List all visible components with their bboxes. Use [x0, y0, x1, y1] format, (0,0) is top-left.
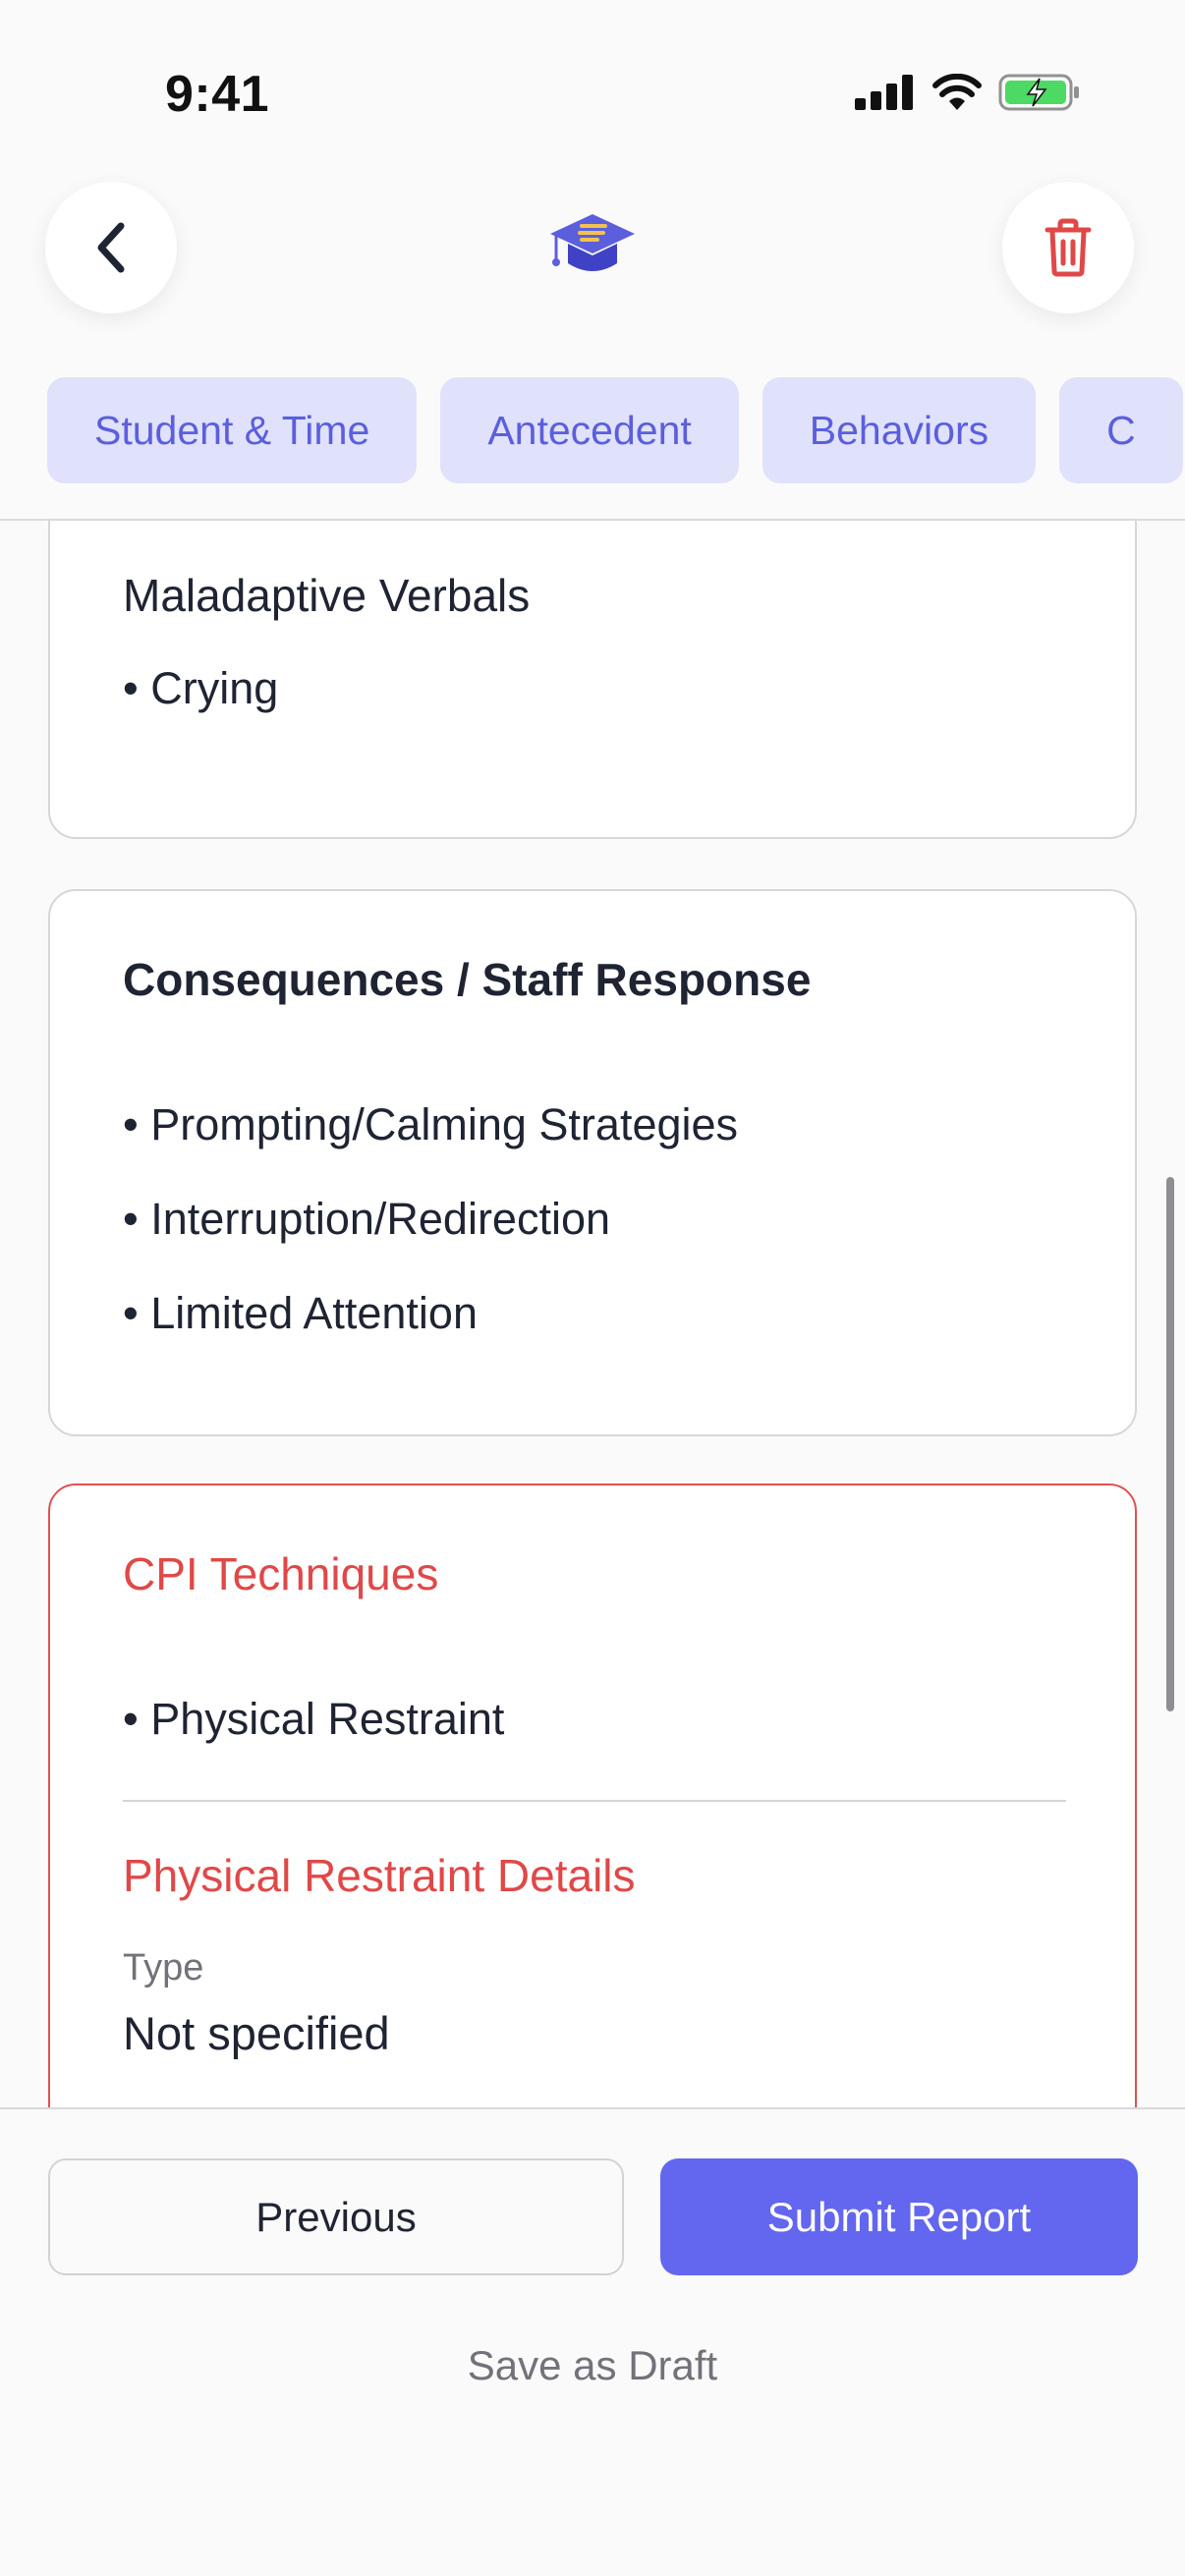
section-divider: [123, 1800, 1066, 1802]
tab-antecedent[interactable]: Antecedent: [440, 377, 739, 483]
consequences-card: Consequences / Staff Response • Promptin…: [48, 889, 1137, 1436]
list-item: • Physical Restraint: [123, 1694, 505, 1744]
consequences-title: Consequences / Staff Response: [123, 954, 812, 1005]
maladaptive-verbals-title: Maladaptive Verbals: [123, 570, 531, 621]
list-item: • Limited Attention: [123, 1288, 478, 1338]
delete-button[interactable]: [1002, 182, 1134, 313]
list-item: • Interruption/Redirection: [123, 1194, 611, 1244]
previous-button[interactable]: Previous: [48, 2158, 624, 2275]
restraint-details-title: Physical Restraint Details: [123, 1850, 636, 1901]
footer-divider: [0, 2107, 1185, 2109]
graduation-cap-icon: [550, 214, 635, 271]
type-value: Not specified: [123, 2007, 390, 2059]
status-time: 9:41: [165, 66, 270, 123]
report-review-screen: 9:41 Student & Time Antecedent Behaviors…: [0, 0, 1185, 2576]
submit-report-button[interactable]: Submit Report: [660, 2158, 1138, 2275]
step-tabs: Student & Time Antecedent Behaviors C: [47, 377, 1183, 483]
tab-behaviors[interactable]: Behaviors: [762, 377, 1037, 483]
trash-icon: [1044, 218, 1092, 277]
app-logo: [546, 208, 639, 292]
maladaptive-verbals-card: Maladaptive Verbals • Crying: [48, 521, 1137, 839]
chevron-left-icon: [97, 222, 125, 273]
back-button[interactable]: [45, 182, 177, 313]
type-label: Type: [123, 1947, 204, 1988]
review-content[interactable]: Maladaptive Verbals • Crying Consequence…: [0, 521, 1185, 2107]
wifi-icon: [932, 74, 982, 110]
battery-charging-icon: [998, 74, 1079, 111]
scrollbar[interactable]: [1166, 1177, 1174, 1711]
cellular-signal-icon: [855, 75, 913, 110]
save-draft-link[interactable]: Save as Draft: [0, 2342, 1185, 2389]
tab-consequences[interactable]: C: [1059, 377, 1183, 483]
cpi-techniques-card: CPI Techniques • Physical Restraint Phys…: [48, 1484, 1137, 2107]
list-item: • Crying: [123, 663, 279, 713]
tab-student-time[interactable]: Student & Time: [47, 377, 418, 483]
list-item: • Prompting/Calming Strategies: [123, 1099, 739, 1149]
status-icons: [855, 73, 1081, 112]
cpi-techniques-title: CPI Techniques: [123, 1548, 439, 1599]
